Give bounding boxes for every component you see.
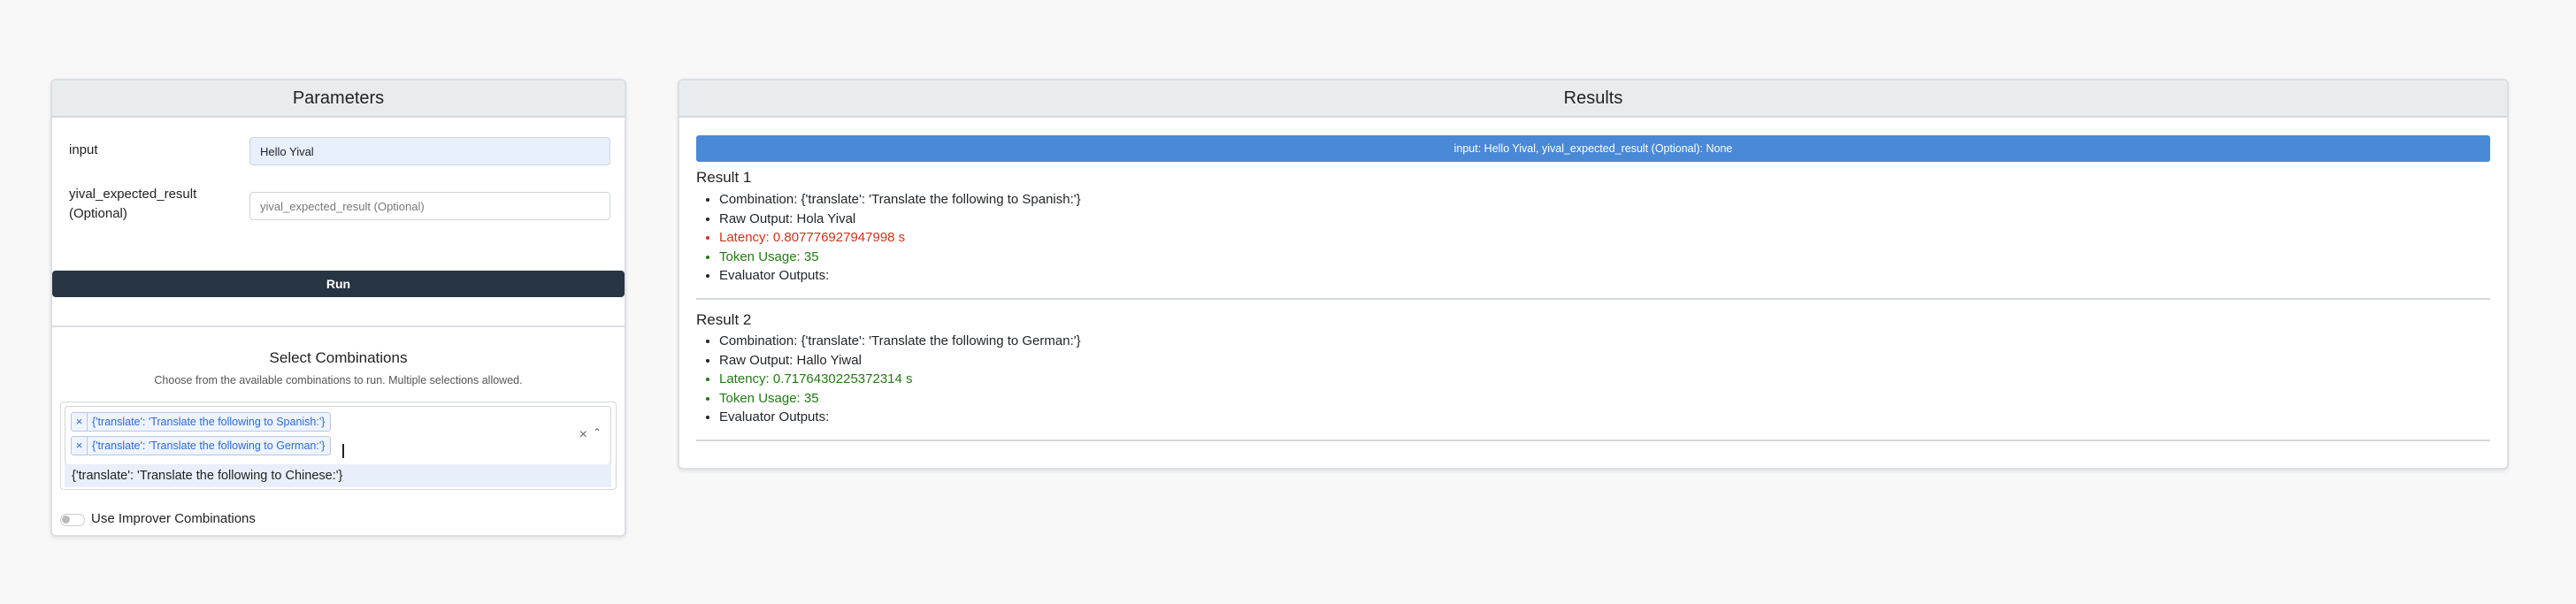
dropdown-arrow-icon[interactable]: ⌃ — [593, 426, 602, 439]
improver-toggle[interactable] — [60, 514, 85, 526]
run-button[interactable]: Run — [52, 271, 625, 297]
selected-combination-tag: × {'translate': 'Translate the following… — [71, 412, 332, 432]
combinations-select-container: × {'translate': 'Translate the following… — [60, 401, 617, 490]
input-field[interactable] — [249, 137, 610, 165]
combinations-multiselect[interactable]: × {'translate': 'Translate the following… — [65, 406, 611, 465]
result-separator — [696, 440, 2490, 441]
input-label: input — [69, 142, 98, 157]
result-latency: Latency: 0.7176430225372314 s — [719, 370, 1081, 389]
input-banner: input: Hello Yival, yival_expected_resul… — [696, 135, 2490, 162]
select-combinations-subtitle: Choose from the available combinations t… — [154, 374, 523, 386]
result-token-usage: Token Usage: 35 — [719, 248, 1081, 267]
results-panel: Results input: Hello Yival, yival_expect… — [678, 79, 2509, 470]
result-combination: Combination: {'translate': 'Translate th… — [719, 332, 1081, 351]
combination-option[interactable]: {'translate': 'Translate the following t… — [65, 464, 611, 487]
results-title: Results — [679, 80, 2507, 118]
improver-label: Use Improver Combinations — [91, 511, 256, 526]
result-latency: Latency: 0.807776927947998 s — [719, 228, 1081, 248]
result-separator — [696, 298, 2490, 300]
select-combinations-title: Select Combinations — [269, 349, 408, 366]
result-title: Result 1 — [696, 169, 752, 186]
parameters-divider — [52, 325, 625, 327]
toggle-knob — [62, 516, 70, 524]
expected-result-label: yival_expected_result (Optional) — [69, 187, 197, 221]
parameters-title: Parameters — [52, 80, 625, 118]
result-token-usage: Token Usage: 35 — [719, 389, 1081, 409]
parameters-panel: Parameters input yival_expected_result (… — [50, 79, 626, 537]
text-cursor — [342, 444, 344, 458]
result-evaluator-outputs: Evaluator Outputs: — [719, 266, 1081, 286]
tag-label: {'translate': 'Translate the following t… — [92, 416, 326, 428]
selected-combination-tag: × {'translate': 'Translate the following… — [71, 436, 332, 455]
result-raw-output: Raw Output: Hola Yival — [719, 210, 1081, 229]
expected-result-field[interactable] — [249, 192, 610, 220]
result-details: Combination: {'translate': 'Translate th… — [719, 190, 1081, 286]
clear-all-icon[interactable]: × — [579, 427, 587, 443]
result-combination: Combination: {'translate': 'Translate th… — [719, 190, 1081, 210]
tag-label: {'translate': 'Translate the following t… — [92, 440, 326, 452]
remove-tag-icon[interactable]: × — [72, 437, 88, 455]
result-title: Result 2 — [696, 311, 752, 328]
result-evaluator-outputs: Evaluator Outputs: — [719, 408, 1081, 427]
result-details: Combination: {'translate': 'Translate th… — [719, 332, 1081, 427]
remove-tag-icon[interactable]: × — [72, 413, 88, 431]
result-raw-output: Raw Output: Hallo Yiwal — [719, 351, 1081, 371]
